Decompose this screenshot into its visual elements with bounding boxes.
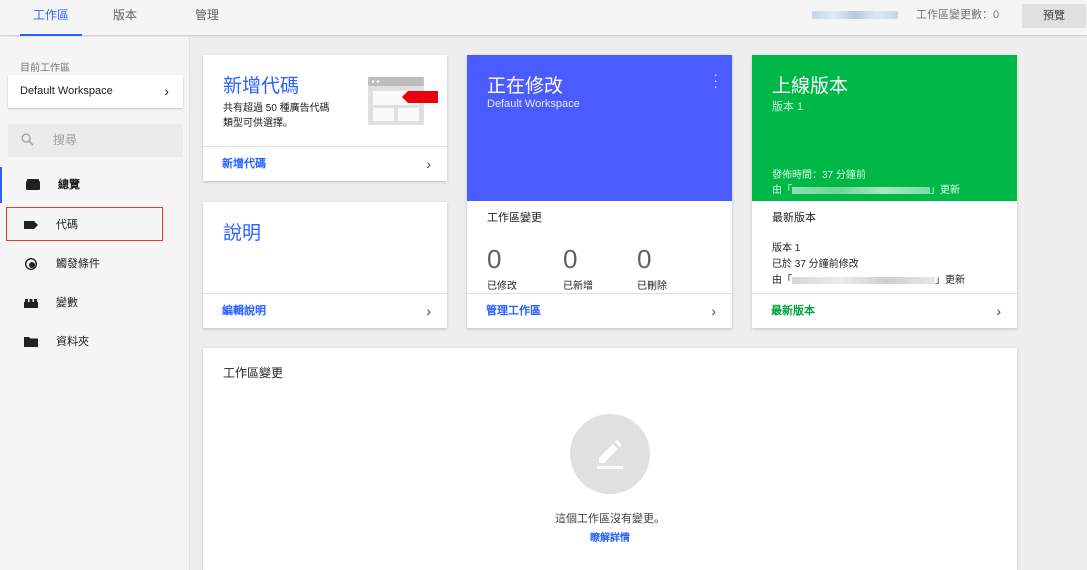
by-suffix: 」更新: [930, 185, 960, 196]
top-bar: 工作區 版本 管理 工作區變更數：0 預覽: [0, 0, 1087, 36]
new-tag-title: 新增代碼: [223, 76, 300, 97]
new-tag-link-label: 新增代碼: [222, 158, 266, 170]
modified-label: 已修改: [487, 281, 517, 292]
manage-workspace-link[interactable]: 管理工作區 ›: [467, 293, 732, 328]
chevron-right-icon: ›: [996, 303, 1001, 319]
search-input[interactable]: 搜尋: [8, 124, 183, 157]
description-title: 說明: [223, 223, 262, 244]
tag-illustration-icon: [368, 77, 438, 125]
sidebar-item-variables[interactable]: 變數: [0, 285, 190, 321]
editing-workspace-name: Default Workspace: [487, 98, 580, 110]
account-name-redacted: [812, 11, 898, 19]
trigger-icon: [25, 258, 37, 270]
workspace-changes-title: 工作區變更: [487, 212, 542, 224]
latest-version-modified: 已於 37 分鐘前修改: [772, 259, 859, 270]
live-version-card: 上線版本 版本 1 發佈時間：37 分鐘前 由「 」更新 最新版本 版本 1 已於…: [752, 55, 1017, 328]
editing-card-header: 正在修改 Default Workspace · · ·: [467, 55, 732, 201]
learn-more-link[interactable]: 瞭解詳情: [203, 529, 1017, 544]
latest-version-link-label: 最新版本: [771, 305, 815, 317]
deleted-label: 已刪除: [637, 281, 667, 292]
new-tag-link[interactable]: 新增代碼 ›: [203, 146, 447, 181]
folder-icon: [24, 337, 38, 347]
variable-icon: [24, 299, 38, 308]
latest-version-by: 由「 」更新: [772, 271, 965, 286]
preview-button[interactable]: 預覽: [1022, 4, 1086, 28]
edit-description-label: 編輯說明: [222, 305, 266, 317]
editing-card: 正在修改 Default Workspace · · · 工作區變更 0 已修改 0…: [467, 55, 732, 328]
learn-more-label: 瞭解詳情: [590, 533, 630, 544]
user-name-redacted: [792, 186, 930, 194]
latest-version-link[interactable]: 最新版本 ›: [752, 293, 1017, 328]
manage-workspace-label: 管理工作區: [486, 305, 541, 317]
published-by: 由「 」更新: [772, 181, 960, 196]
more-vert-icon[interactable]: · · ·: [713, 67, 718, 93]
latest-version-number: 版本 1: [772, 243, 801, 254]
sidebar-item-label: 變數: [56, 297, 78, 309]
new-tag-card[interactable]: 新增代碼 共有超過 50 種廣告代碼 類型可供選擇。 新增代碼 ›: [203, 55, 447, 181]
empty-state-text: 這個工作區沒有變更。: [555, 513, 665, 525]
live-version-header: 上線版本 版本 1 發佈時間：37 分鐘前 由「 」更新: [752, 55, 1017, 201]
new-tag-desc-line2: 類型可供選擇。: [223, 118, 293, 129]
workspace-changes-card: 工作區變更 這個工作區沒有變更。 瞭解詳情: [203, 348, 1017, 570]
empty-state-illustration: [570, 414, 650, 494]
added-label: 已新增: [563, 281, 593, 292]
edit-description-link[interactable]: 編輯說明 ›: [203, 293, 447, 328]
workspace-change-count: 工作區變更數：0: [916, 9, 1000, 21]
added-count: 0: [563, 244, 578, 274]
sidebar-item-overview[interactable]: 總覽: [0, 167, 190, 203]
sidebar-item-label: 觸發條件: [56, 258, 100, 270]
chevron-right-icon: ›: [426, 156, 431, 172]
new-tag-desc-line1: 共有超過 50 種廣告代碼: [223, 103, 330, 114]
live-version-number: 版本 1: [772, 101, 804, 113]
highlight-box: [6, 207, 163, 241]
sidebar-item-folders[interactable]: 資料夾: [0, 324, 190, 360]
by-prefix: 由「: [772, 275, 792, 286]
workspace-changes-heading: 工作區變更: [223, 366, 284, 380]
current-workspace-label: 目前工作區: [20, 63, 70, 74]
live-version-title: 上線版本: [772, 76, 849, 97]
by-suffix: 」更新: [935, 275, 965, 286]
sidebar: 目前工作區 Default Workspace › 搜尋 總覽 代碼 觸發條件: [0, 37, 190, 570]
chevron-right-icon: ›: [426, 303, 431, 319]
description-card: 說明 編輯說明 ›: [203, 202, 447, 328]
deleted-count: 0: [637, 244, 652, 274]
added-stat: 0 已新增: [563, 245, 593, 292]
overview-icon: [26, 179, 40, 190]
editing-title: 正在修改: [487, 76, 564, 97]
chevron-right-icon: ›: [164, 83, 169, 99]
search-icon: [21, 133, 34, 146]
workspace-name: Default Workspace: [20, 85, 113, 97]
sidebar-item-triggers[interactable]: 觸發條件: [0, 246, 190, 282]
modified-count: 0: [487, 244, 502, 274]
edit-pencil-icon: [597, 440, 623, 469]
tab-workspace[interactable]: 工作區: [20, 0, 82, 36]
sidebar-item-label: 總覽: [58, 179, 80, 191]
workspace-selector[interactable]: Default Workspace ›: [8, 75, 183, 108]
user-name-redacted: [792, 276, 935, 284]
chevron-right-icon: ›: [711, 303, 716, 319]
workspace-changes-section: 工作區變更 0 已修改 0 已新增 0 已刪除: [487, 209, 717, 292]
search-placeholder: 搜尋: [53, 133, 78, 147]
modified-stat: 0 已修改: [487, 245, 517, 292]
deleted-stat: 0 已刪除: [637, 245, 667, 292]
latest-version-title: 最新版本: [772, 212, 816, 224]
sidebar-item-label: 資料夾: [56, 336, 89, 348]
published-time: 發佈時間：37 分鐘前: [772, 170, 866, 181]
by-prefix: 由「: [772, 185, 792, 196]
tab-admin[interactable]: 管理: [187, 0, 227, 36]
tab-versions[interactable]: 版本: [103, 0, 147, 36]
